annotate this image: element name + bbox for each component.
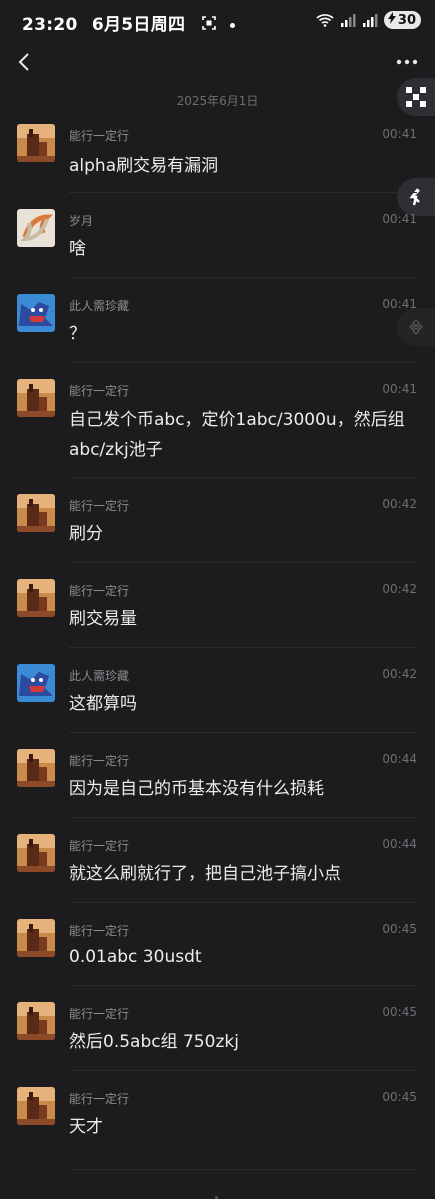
- message-time: 00:44: [382, 752, 417, 766]
- avatar[interactable]: [17, 124, 55, 162]
- message-text: 因为是自己的币基本没有什么损耗: [69, 779, 324, 799]
- avatar[interactable]: [17, 579, 55, 617]
- castle-avatar-icon: [17, 1002, 55, 1040]
- status-indicators: 30: [316, 11, 421, 29]
- chat-header: [0, 40, 435, 84]
- divider: [69, 362, 417, 363]
- divider: [69, 817, 417, 818]
- message-text: 自己发个币abc，定价1abc/3000u，然后组abc/zkj池子: [69, 410, 405, 460]
- cartoon-avatar-icon: [17, 664, 55, 702]
- share-arrows-icon: [409, 188, 420, 206]
- koi-avatar-icon: [17, 209, 55, 247]
- sender-name: 能行一定行: [69, 839, 130, 853]
- message-text: alpha刷交易有漏洞: [69, 156, 219, 176]
- message-time: 00:41: [382, 297, 417, 311]
- more-button[interactable]: [393, 50, 421, 74]
- message-time: 00:45: [382, 922, 417, 936]
- divider: [69, 192, 417, 193]
- sender-name: 能行一定行: [69, 924, 130, 938]
- sender-name: 岁月: [69, 214, 94, 228]
- avatar[interactable]: [17, 1087, 55, 1125]
- status-date: 6月5日周四: [91, 15, 186, 35]
- message-text: 这都算吗: [69, 694, 137, 714]
- signal-icon: [340, 13, 356, 27]
- avatar[interactable]: [17, 209, 55, 247]
- sender-name: 能行一定行: [69, 129, 130, 143]
- message-time: 00:45: [382, 1090, 417, 1104]
- sender-name: 能行一定行: [69, 384, 130, 398]
- message-time: 00:42: [382, 497, 417, 511]
- avatar[interactable]: [17, 664, 55, 702]
- status-time-date: 23:20 6月5日周四: [22, 10, 235, 35]
- wifi-icon: [316, 13, 334, 27]
- message-text: 0.01abc 30usdt: [69, 947, 202, 967]
- message-text: 刷分: [69, 524, 103, 544]
- message-text: 啥: [69, 239, 86, 259]
- avatar[interactable]: [17, 294, 55, 332]
- divider: [69, 985, 417, 986]
- status-bar: 23:20 6月5日周四 30: [0, 0, 435, 40]
- sender-name: 此人需珍藏: [69, 669, 130, 683]
- signal-icon-2: [362, 13, 378, 27]
- avatar[interactable]: [17, 1002, 55, 1040]
- castle-avatar-icon: [17, 1087, 55, 1125]
- cartoon-avatar-icon: [17, 294, 55, 332]
- qr-code-icon: [406, 87, 426, 107]
- share-float-button[interactable]: [397, 178, 435, 216]
- message-time: 00:41: [382, 127, 417, 141]
- sender-name: 此人需珍藏: [69, 299, 130, 313]
- charging-icon: [387, 12, 396, 28]
- avatar[interactable]: [17, 494, 55, 532]
- divider: [69, 1169, 417, 1170]
- divider: [69, 902, 417, 903]
- divider: [69, 732, 417, 733]
- divider: [69, 1070, 417, 1071]
- back-button[interactable]: [12, 48, 40, 76]
- message-text: 天才: [69, 1117, 103, 1137]
- castle-avatar-icon: [17, 579, 55, 617]
- notification-dot-icon: [229, 22, 235, 28]
- more-dots-icon: [396, 59, 418, 65]
- battery-indicator: 30: [383, 11, 421, 29]
- divider: [69, 562, 417, 563]
- castle-avatar-icon: [17, 494, 55, 532]
- sender-name: 能行一定行: [69, 1092, 130, 1106]
- message-text: 就这么刷就行了，把自己池子搞小点: [69, 864, 341, 884]
- avatar[interactable]: [17, 749, 55, 787]
- message-time: 00:42: [382, 667, 417, 681]
- screenshot-icon: [201, 15, 216, 35]
- divider: [69, 477, 417, 478]
- date-separator: 2025年6月1日: [176, 94, 259, 108]
- avatar[interactable]: [17, 834, 55, 872]
- message-time: 00:42: [382, 582, 417, 596]
- message-text: 然后0.5abc组 750zkj: [69, 1032, 239, 1052]
- message-text: ？: [69, 324, 86, 344]
- qr-float-button[interactable]: [397, 78, 435, 116]
- castle-avatar-icon: [17, 379, 55, 417]
- message-time: 00:41: [382, 212, 417, 226]
- divider: [69, 647, 417, 648]
- battery-level: 30: [397, 12, 416, 28]
- castle-avatar-icon: [17, 749, 55, 787]
- avatar[interactable]: [17, 919, 55, 957]
- message-time: 00:44: [382, 837, 417, 851]
- status-time: 23:20: [22, 15, 78, 35]
- sender-name: 能行一定行: [69, 1007, 130, 1021]
- castle-avatar-icon: [17, 834, 55, 872]
- castle-avatar-icon: [17, 124, 55, 162]
- message-text: 刷交易量: [69, 609, 137, 629]
- chevron-left-icon: [18, 53, 29, 71]
- sender-name: 能行一定行: [69, 754, 130, 768]
- sender-name: 能行一定行: [69, 584, 130, 598]
- castle-avatar-icon: [17, 919, 55, 957]
- sender-name: 能行一定行: [69, 499, 130, 513]
- message-time: 00:45: [382, 1005, 417, 1019]
- divider: [69, 277, 417, 278]
- avatar[interactable]: [17, 379, 55, 417]
- message-time: 00:41: [382, 382, 417, 396]
